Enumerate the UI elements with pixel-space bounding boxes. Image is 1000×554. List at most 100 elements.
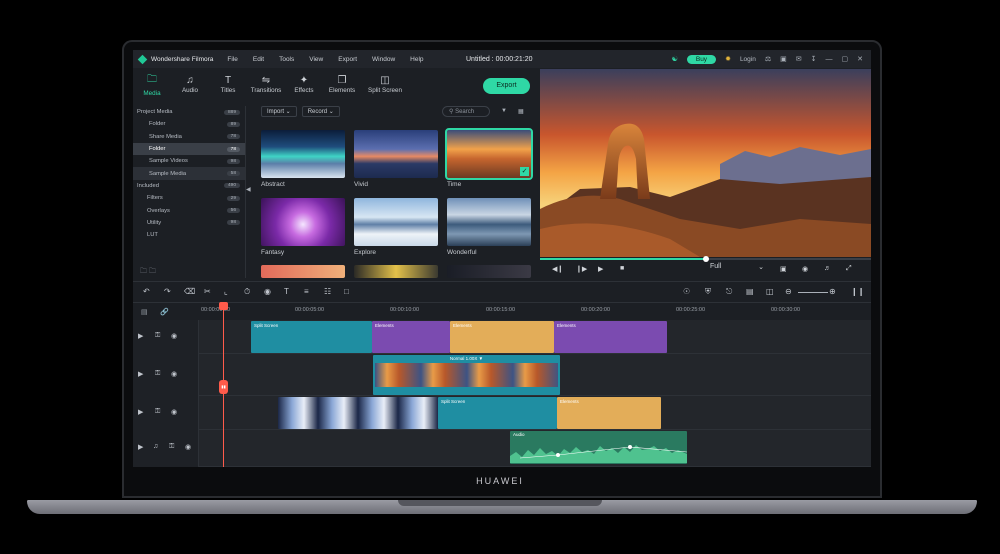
adjust-icon[interactable]: ≡ [304,287,309,296]
voiceover-icon[interactable]: ▤ [746,287,754,296]
progress-handle[interactable] [702,256,709,262]
sidebar-item-utility[interactable]: Utility 98 [133,217,245,229]
grid-view-icon[interactable]: ▦ [518,108,524,115]
snapshot-icon[interactable]: ◉ [802,265,808,273]
zoom-slider[interactable] [798,292,828,293]
text-edit-icon[interactable]: T [284,287,289,296]
crop-icon[interactable]: ⌞ [224,287,228,296]
thumbnail-fantasy[interactable] [261,198,345,246]
render-icon[interactable]: ☉ [683,287,690,296]
add-track-icon[interactable]: ▤ [141,308,148,316]
clip-elements[interactable]: Elements [450,321,554,353]
menu-edit[interactable]: Edit [253,56,264,63]
cut-icon[interactable]: ✂ [204,287,211,296]
eye-icon[interactable]: ◉ [171,332,177,340]
sidebar-item-folder[interactable]: Folder 89 [133,118,245,130]
tab-transitions[interactable]: ⇋ Transitions [247,75,285,94]
monitor-icon[interactable]: ▣ [780,265,787,273]
clip-elements[interactable]: Elements [372,321,450,353]
tab-effects[interactable]: ✦ Effects [285,75,323,94]
tab-media[interactable]: 🗀 Media [133,72,171,97]
lock-icon[interactable]: ⚿ [155,408,160,416]
shield-icon[interactable]: ⛨ [705,287,711,297]
play-reverse-icon[interactable]: ❙▶ [576,265,587,273]
collapse-arrow-icon[interactable]: ◀ [246,186,251,193]
filter-icon[interactable]: ▼ [501,108,507,114]
zoom-in-icon[interactable]: ⊕ [829,287,836,296]
sidebar-item-sample-videos[interactable]: Sample Videos 98 [133,155,245,167]
sidebar-item-included[interactable]: Included 490 [133,180,245,192]
thumbnail-time[interactable]: ✓ [445,128,533,180]
clip-split-screen[interactable]: Split Screen [251,321,372,353]
undo-icon[interactable]: ↶ [143,287,150,296]
speed-icon[interactable]: ⏱ [244,287,250,297]
play-icon[interactable]: ▶ [598,265,603,273]
eye-icon[interactable]: ◉ [171,408,177,416]
lock-icon[interactable]: ⚿ [169,443,174,451]
zoom-out-icon[interactable]: ⊖ [785,287,792,296]
sidebar-item-overlays[interactable]: Overlays 56 [133,204,245,216]
playhead-handle[interactable] [219,302,228,310]
new-folder-icon[interactable]: 🗀 🗀 [140,267,156,278]
volume-icon[interactable]: ♬ [824,265,831,272]
thumbnail-wonderful[interactable] [447,198,531,246]
eye-icon[interactable]: ◉ [171,370,177,378]
audio-mixer-icon[interactable]: ☷ [324,287,331,296]
zoom-fit-icon[interactable]: □ [344,287,349,296]
delete-icon[interactable]: ⌫ [184,287,195,296]
link-icon[interactable]: 🔗 [160,308,169,316]
playhead-marker[interactable]: ▮▮ [219,380,228,394]
video-preview[interactable] [540,69,871,257]
thumbnail-partial[interactable] [261,265,345,278]
redo-icon[interactable]: ↷ [164,287,171,296]
tab-audio[interactable]: ♫ Audio [171,75,209,94]
microphone-icon[interactable]: ⎋ [726,287,732,297]
menu-view[interactable]: View [309,56,323,63]
mail-icon[interactable]: ✉ [796,55,802,63]
bulb-icon[interactable]: ✹ [725,55,731,63]
import-dropdown[interactable]: Import ⌄ [261,105,297,117]
eye-icon[interactable]: ◉ [185,443,191,451]
thumbnail-explore[interactable] [354,198,438,246]
sidebar-item-share-media[interactable]: Share Media 78 [133,131,245,143]
sidebar-item-filters[interactable]: Filters 29 [133,192,245,204]
save-icon[interactable]: ▣ [780,55,787,63]
clip-video-explore[interactable] [278,397,438,429]
thumbnail-partial[interactable] [354,265,438,278]
tab-titles[interactable]: T Titles [209,75,247,94]
menu-help[interactable]: Help [410,56,423,63]
minimize-icon[interactable]: — [826,56,833,63]
thumbnail-abstract[interactable] [261,130,345,178]
maximize-icon[interactable]: ▢ [842,55,849,63]
speed-label[interactable]: Normal 1.00X ▼ [373,355,560,363]
preview-progress-bar[interactable] [540,256,871,262]
sidebar-item-project-media[interactable]: Project Media 889 [133,106,245,118]
thumbnail-vivid[interactable] [354,130,438,178]
headset-icon[interactable]: ☯ [672,55,678,63]
lock-icon[interactable]: ⚿ [155,370,160,378]
sidebar-item-folder-selected[interactable]: Folder 78 [133,142,245,156]
login-link[interactable]: Login [740,56,756,63]
timeline-ruler[interactable]: ▤ 🔗 00:00:00:00 00:00:05:00 00:00:10:00 … [133,304,871,320]
export-button[interactable]: Export [483,78,530,94]
search-input[interactable]: ⚲ Search [442,105,490,117]
menu-export[interactable]: Export [338,56,357,63]
thumbnail-partial[interactable] [447,265,531,278]
previous-frame-icon[interactable]: ◀❙ [552,265,563,273]
clip-video-time[interactable]: Normal 1.00X ▼ [373,355,560,395]
sidebar-item-sample-media[interactable]: Sample Media 58 [133,167,245,180]
cart-icon[interactable]: ⚖ [765,55,771,63]
download-icon[interactable]: ↧ [811,55,817,63]
split-icon[interactable]: ◫ [766,287,774,296]
panel-toggle-icon[interactable]: ❙❙ [851,287,864,296]
fullscreen-icon[interactable]: ⤢ [846,265,852,273]
tab-split-screen[interactable]: ◫ Split Screen [361,75,409,94]
buy-button[interactable]: Buy [686,54,717,64]
color-icon[interactable]: ◉ [264,287,271,296]
clip-split-screen[interactable]: Split Screen [438,397,557,429]
quality-dropdown[interactable]: Full ⌄ [710,263,766,271]
stop-icon[interactable]: ■ [620,265,624,272]
sidebar-item-lut[interactable]: LUT [133,229,245,241]
lock-icon[interactable]: ⚿ [155,332,160,340]
close-icon[interactable]: ✕ [857,55,863,63]
